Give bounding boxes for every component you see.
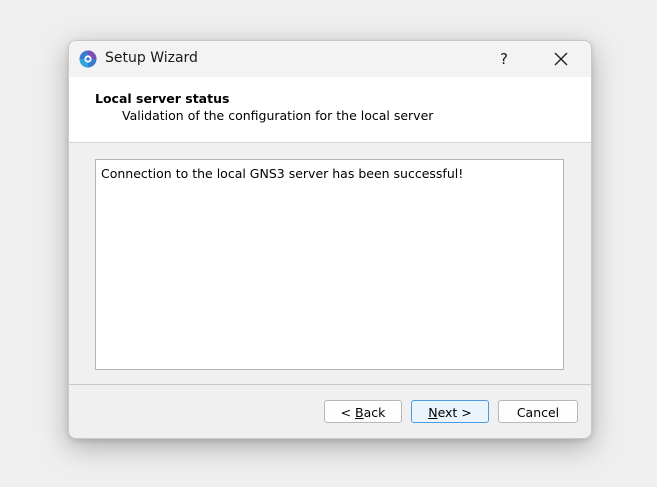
back-mnemonic: B <box>355 405 364 420</box>
page-subtitle: Validation of the configuration for the … <box>122 108 434 123</box>
status-text-area[interactable]: Connection to the local GNS3 server has … <box>95 159 564 370</box>
close-button[interactable] <box>539 41 583 77</box>
back-rest: ack <box>363 405 386 420</box>
wizard-page-header: Local server status Validation of the co… <box>69 77 591 143</box>
help-button[interactable]: ? <box>487 41 521 77</box>
title-bar[interactable]: Setup Wizard ? <box>69 41 591 77</box>
next-mnemonic: N <box>428 405 438 420</box>
footer-divider <box>69 384 591 385</box>
page-title: Local server status <box>95 91 230 106</box>
back-prefix: < <box>340 405 356 420</box>
back-button[interactable]: < Back <box>324 400 402 423</box>
next-rest: ext > <box>437 405 472 420</box>
next-button[interactable]: Next > <box>411 400 489 423</box>
status-message: Connection to the local GNS3 server has … <box>101 166 464 181</box>
window-title: Setup Wizard <box>105 50 198 66</box>
close-icon <box>554 52 568 66</box>
desktop-background: Setup Wizard ? Local server status Valid… <box>0 0 657 487</box>
setup-wizard-dialog: Setup Wizard ? Local server status Valid… <box>68 40 592 439</box>
gns3-app-icon <box>78 49 98 69</box>
cancel-button[interactable]: Cancel <box>498 400 578 423</box>
